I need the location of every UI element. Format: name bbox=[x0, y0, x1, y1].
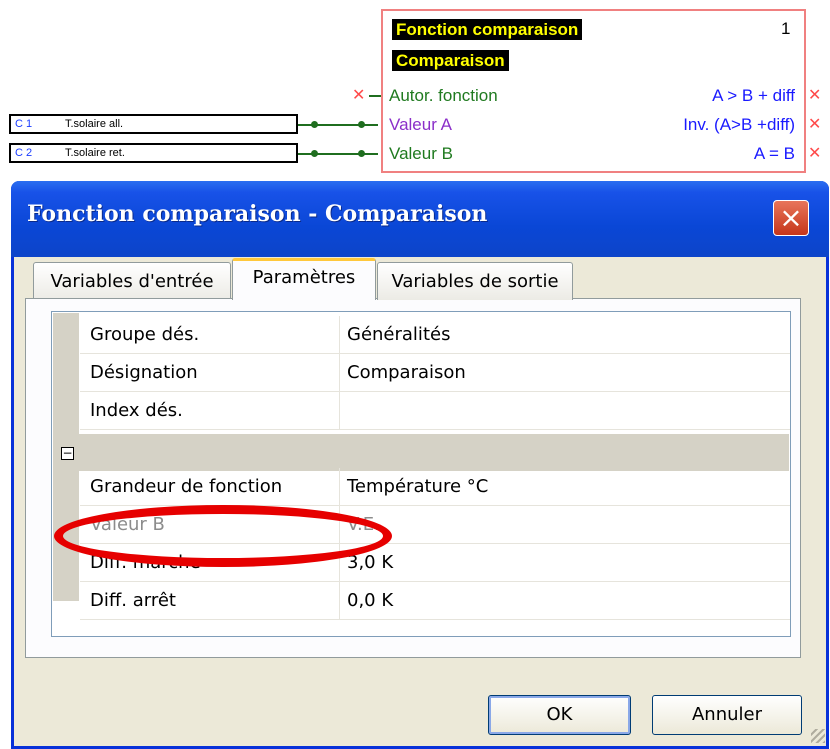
property-row-index[interactable]: Index dés. bbox=[80, 392, 790, 430]
wire-node bbox=[311, 150, 318, 157]
disconnected-x-icon: ✕ bbox=[352, 85, 366, 104]
output-a-gt-b-diff[interactable]: A > B + diff bbox=[712, 86, 795, 106]
property-grid: Groupe dés. Généralités Désignation Comp… bbox=[51, 311, 791, 637]
block-number: 1 bbox=[781, 19, 791, 38]
output-inv[interactable]: Inv. (A>B +diff) bbox=[683, 115, 795, 135]
input-valeur-b[interactable]: Valeur B bbox=[389, 144, 453, 164]
disconnected-x-icon: ✕ bbox=[808, 114, 822, 133]
source-box-2[interactable]: C 2 T.solaire ret. bbox=[9, 143, 298, 163]
input-valeur-a[interactable]: Valeur A bbox=[389, 115, 452, 135]
source-number: C 1 bbox=[15, 118, 33, 130]
input-stub bbox=[369, 95, 381, 97]
disconnected-x-icon: ✕ bbox=[808, 85, 822, 104]
property-row-grandeur[interactable]: Grandeur de fonction Température °C bbox=[80, 468, 790, 506]
property-name: Groupe dés. bbox=[90, 324, 200, 345]
category-row[interactable] bbox=[53, 434, 789, 471]
highlight-ellipse bbox=[54, 505, 392, 567]
property-name: Index dés. bbox=[90, 400, 183, 421]
tab-variables-sortie[interactable]: Variables de sortie bbox=[377, 262, 573, 300]
property-value[interactable]: Température °C bbox=[347, 468, 488, 505]
block-title: Fonction comparaison bbox=[392, 19, 583, 40]
property-row-designation[interactable]: Désignation Comparaison bbox=[80, 354, 790, 392]
property-row-diff-arret[interactable]: Diff. arrêt 0,0 K bbox=[80, 582, 790, 620]
close-icon[interactable]: × bbox=[773, 200, 809, 236]
wire-node bbox=[311, 121, 318, 128]
tab-parametres[interactable]: Paramètres bbox=[232, 258, 376, 300]
property-name: Désignation bbox=[90, 362, 198, 383]
property-row-groupe[interactable]: Groupe dés. Généralités bbox=[80, 316, 790, 354]
disconnected-x-icon: ✕ bbox=[808, 143, 822, 162]
source-label: T.solaire ret. bbox=[65, 147, 125, 159]
property-name: Diff. arrêt bbox=[90, 590, 176, 611]
wire-node bbox=[358, 121, 365, 128]
source-number: C 2 bbox=[15, 147, 33, 159]
property-value[interactable]: Généralités bbox=[347, 316, 450, 353]
wire-node bbox=[358, 150, 365, 157]
property-name: Grandeur de fonction bbox=[90, 476, 283, 497]
connection-wire bbox=[298, 153, 378, 155]
cancel-button[interactable]: Annuler bbox=[652, 695, 802, 735]
connection-wire bbox=[298, 124, 378, 126]
collapse-icon[interactable]: − bbox=[61, 447, 74, 460]
tab-variables-entree[interactable]: Variables d'entrée bbox=[33, 262, 231, 300]
source-box-1[interactable]: C 1 T.solaire all. bbox=[9, 114, 298, 134]
output-a-eq-b[interactable]: A = B bbox=[754, 144, 795, 164]
dialog-title: Fonction comparaison - Comparaison bbox=[27, 201, 488, 227]
block-subtitle: Comparaison bbox=[392, 50, 509, 71]
input-autor-fonction[interactable]: Autor. fonction bbox=[389, 86, 498, 106]
resize-grip-icon[interactable] bbox=[811, 729, 825, 743]
property-value[interactable]: Comparaison bbox=[347, 354, 466, 391]
source-label: T.solaire all. bbox=[65, 118, 124, 130]
ok-button[interactable]: OK bbox=[488, 695, 631, 735]
property-value[interactable]: 0,0 K bbox=[347, 582, 393, 619]
